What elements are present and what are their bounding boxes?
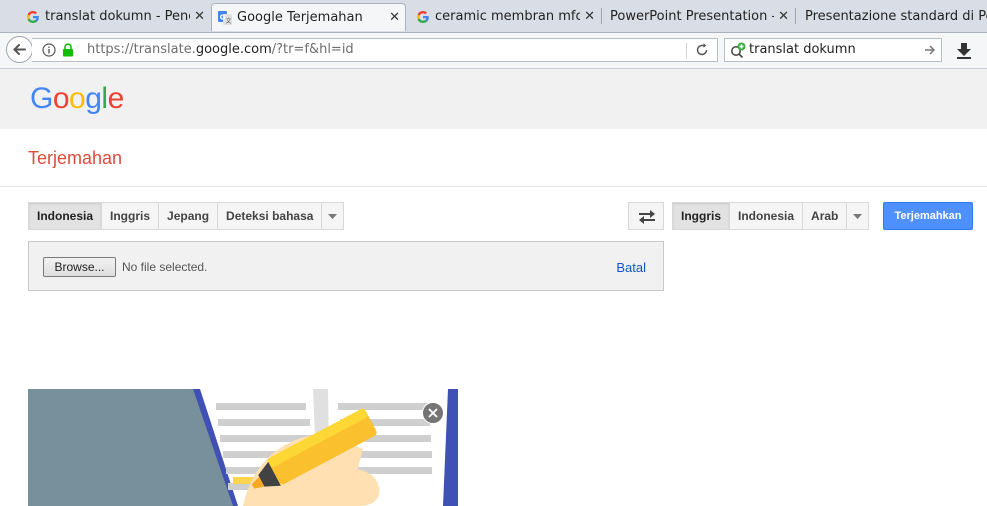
target-lang-dropdown[interactable]	[847, 203, 868, 229]
source-language-bar: Indonesia Inggris Jepang Deteksi bahasa	[28, 202, 345, 230]
close-icon[interactable]: ✕	[778, 3, 789, 30]
url-divider	[686, 43, 687, 59]
google-header: Google	[0, 69, 987, 129]
chevron-down-icon	[853, 214, 863, 219]
search-bar[interactable]: translat dokumn	[724, 38, 942, 62]
tab-label: PowerPoint Presentation - 3-2	[610, 9, 774, 24]
back-arrow-icon	[13, 44, 26, 55]
back-button[interactable]	[6, 36, 33, 63]
google-g-icon	[27, 11, 39, 23]
logo-letter: o	[52, 82, 70, 115]
target-lang-arab[interactable]: Arab	[803, 203, 848, 229]
chevron-down-icon	[328, 214, 338, 219]
translate-button[interactable]: Terjemahkan	[883, 202, 973, 230]
close-icon[interactable]: ✕	[194, 3, 205, 30]
tab-label: Presentazione standard di Pow	[805, 9, 987, 24]
svg-text:文: 文	[226, 17, 232, 25]
search-input[interactable]: translat dokumn	[749, 42, 856, 57]
highlighter-document-illustration	[193, 389, 458, 506]
tab-label: ceramic membran mfc pdf	[435, 9, 580, 24]
tab-powerpoint[interactable]: PowerPoint Presentation - 3-2 ✕	[602, 3, 794, 31]
tab-presentazione[interactable]: Presentazione standard di Pow	[796, 3, 987, 31]
url-prefix: https://translate.	[87, 42, 196, 57]
promo-banner	[28, 389, 458, 506]
file-status: No file selected.	[122, 260, 208, 274]
url-path: /?tr=f&hl=id	[271, 42, 354, 57]
url-text[interactable]: https://translate.google.com/?tr=f&hl=id	[87, 42, 354, 57]
page-title: Terjemahan	[28, 148, 123, 168]
tab-label: Google Terjemahan	[237, 10, 363, 25]
source-lang-jepang[interactable]: Jepang	[159, 203, 219, 229]
tab-google-terjemahan[interactable]: G 文 Google Terjemahan ✕	[211, 3, 406, 31]
target-lang-indonesia[interactable]: Indonesia	[730, 203, 804, 229]
google-g-icon	[417, 11, 429, 23]
search-engine-icon[interactable]	[730, 42, 746, 58]
info-icon[interactable]	[42, 43, 56, 57]
navigation-bar: https://translate.google.com/?tr=f&hl=id…	[0, 33, 987, 69]
lock-icon[interactable]	[62, 43, 74, 57]
tab-bar: translat dokumn - Penelusuran Google ✕ G…	[0, 0, 987, 33]
download-icon[interactable]	[955, 41, 973, 59]
swap-languages-button[interactable]	[628, 202, 664, 230]
close-icon[interactable]: ✕	[389, 4, 400, 31]
tab-label: translat dokumn - Penelusuran Google	[45, 9, 190, 24]
logo-letter: G	[30, 82, 53, 115]
swap-icon	[639, 210, 655, 224]
file-upload-box: Browse... No file selected. Batal	[28, 241, 664, 291]
logo-letter: e	[107, 82, 125, 115]
target-lang-inggris[interactable]: Inggris	[673, 203, 731, 229]
logo-letter: o	[69, 82, 86, 115]
address-bar[interactable]: https://translate.google.com/?tr=f&hl=id	[32, 38, 718, 62]
logo-letter: g	[85, 82, 102, 115]
target-language-bar: Inggris Indonesia Arab	[672, 202, 870, 230]
tab-search-translat[interactable]: translat dokumn - Penelusuran Google ✕	[20, 3, 210, 31]
reload-icon[interactable]	[695, 43, 709, 57]
close-icon[interactable]: ✕	[584, 3, 595, 30]
close-icon	[428, 408, 438, 418]
source-lang-deteksi-bahasa[interactable]: Deteksi bahasa	[218, 203, 323, 229]
source-lang-dropdown[interactable]	[322, 203, 343, 229]
source-lang-indonesia[interactable]: Indonesia	[29, 203, 103, 229]
promo-close-button[interactable]	[422, 402, 444, 424]
tab-ceramic[interactable]: ceramic membran mfc pdf ✕	[410, 3, 600, 31]
source-lang-inggris[interactable]: Inggris	[102, 203, 160, 229]
url-host: google.com	[195, 42, 272, 57]
cancel-link[interactable]: Batal	[616, 260, 646, 275]
divider	[0, 186, 987, 187]
arrow-right-icon[interactable]	[924, 43, 936, 57]
google-logo[interactable]: Google	[30, 82, 124, 116]
google-translate-icon: G 文	[218, 11, 232, 25]
browse-button[interactable]: Browse...	[43, 257, 116, 277]
